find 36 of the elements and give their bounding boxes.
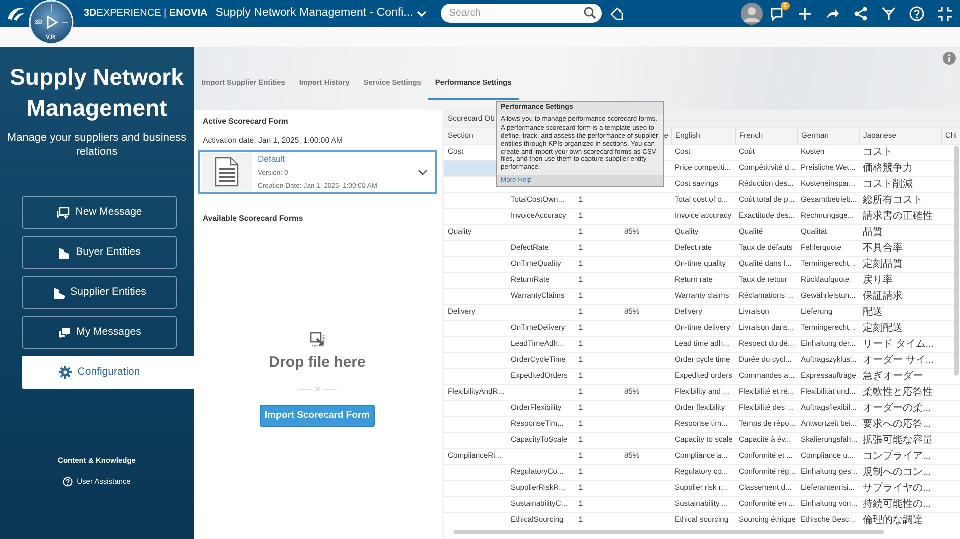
table-cell: コスト削減 [859,176,941,192]
form-name: Default [258,152,286,166]
search-field[interactable]: Search [441,4,602,23]
table-cell: 不具合率 [859,240,941,256]
table-cell: 総所有コスト [859,192,941,208]
sidebar-button[interactable]: Supplier Entities [22,276,177,309]
sidebar-button[interactable]: Configuration [22,356,194,389]
table-cell: オーダー サイ... [859,352,941,368]
table-cell: 価格競争力 [859,160,941,176]
table-cell: 拡張可能な容量 [859,432,941,448]
table-cell: 請求書の正確性 [859,208,941,224]
table-cell: 規制へのコン... [859,464,941,480]
table-cell: 保証請求 [859,288,941,304]
drop-hint: Drop file here [269,353,366,374]
sidebar-title: Supply Network Management [9,63,185,123]
sidebar-button[interactable]: New Message [22,196,177,229]
table-cell: サプライヤの... [859,480,941,496]
brand-name: 3DEXPERIENCE | ENOVIA [84,7,208,21]
table-cell: 持続可能性の... [859,496,941,512]
table-cell: リード タイム... [859,336,941,352]
table-cell: 配送 [859,304,941,320]
table-cell: 急ぎオーダー [859,368,941,384]
table-cell: 品質 [859,224,941,240]
table-cell: 倫理的な調達 [859,512,941,528]
table-cell: コスト [859,144,941,160]
sidebar-subtitle: Manage your suppliers and business relations [6,131,188,159]
table-cell: 要求への応答... [859,416,941,432]
table-cell: 戻り率 [859,272,941,288]
table-cell: コンプライア... [859,448,941,464]
sidebar-button[interactable]: Buyer Entities [22,236,177,269]
table-cell: 定刻配送 [859,320,941,336]
table-cell: 定刻品質 [859,256,941,272]
app-title[interactable]: Supply Network Management - Confi... [216,4,414,22]
table-cell: 柔軟性と応答性 [859,384,941,400]
table-cell: オーダーの柔... [859,400,941,416]
sidebar-button[interactable]: My Messages [22,316,177,349]
